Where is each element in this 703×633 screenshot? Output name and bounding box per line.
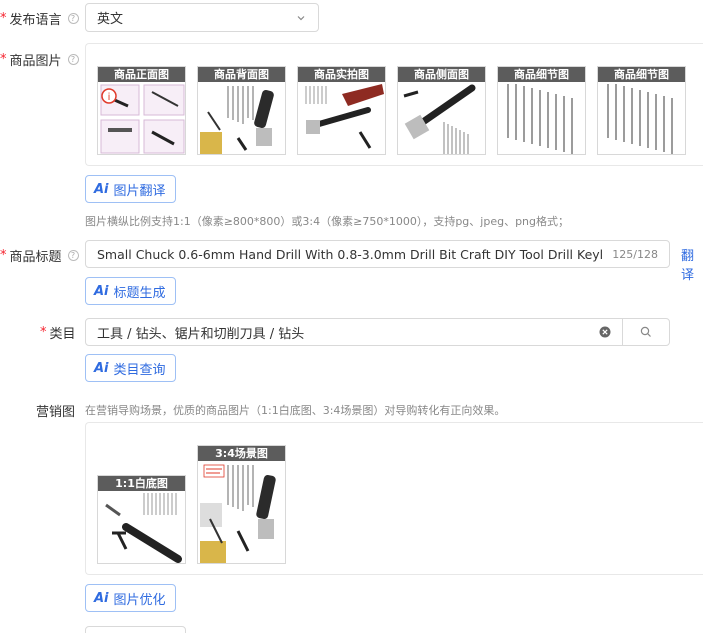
- product-image-thumb[interactable]: 商品背面图: [197, 66, 286, 155]
- search-icon: [640, 326, 651, 337]
- image-translate-button[interactable]: Ai 图片翻译: [85, 175, 176, 203]
- help-icon[interactable]: ?: [67, 54, 79, 65]
- product-image: [98, 491, 185, 563]
- title-translate-link[interactable]: 翻译: [681, 245, 703, 283]
- ai-icon: Ai: [94, 360, 109, 376]
- product-image: [598, 82, 685, 154]
- clear-icon[interactable]: [599, 326, 611, 338]
- marketing-image-thumb[interactable]: 3:4场景图: [197, 445, 286, 564]
- publish-language-label: * 发布语言 ?: [0, 9, 79, 28]
- title-char-counter: 125/128: [612, 247, 658, 261]
- product-images-label: * 商品图片 ?: [0, 50, 79, 69]
- marketing-hint: 在营销导购场景，优质的商品图片（1:1白底图、3:4场景图）对导购转化有正向效果…: [85, 404, 506, 417]
- product-image-thumb[interactable]: 商品细节图: [497, 66, 586, 155]
- product-image: [498, 82, 585, 154]
- image-optimize-button[interactable]: Ai 图片优化: [85, 584, 176, 612]
- help-icon[interactable]: ?: [67, 250, 79, 261]
- category-input[interactable]: 工具 / 钻头、锯片和切削刀具 / 钻头: [85, 318, 623, 346]
- product-image-thumb[interactable]: 商品细节图: [597, 66, 686, 155]
- next-field-partial[interactable]: [85, 626, 186, 633]
- ai-icon: Ai: [94, 590, 109, 606]
- product-image: i: [98, 82, 185, 154]
- product-title-label: * 商品标题 ?: [0, 246, 79, 265]
- image-format-hint: 图片横纵比例支持1:1（像素≥800*800）或3:4（像素≥750*1000）…: [85, 215, 570, 228]
- marketing-label: 营销图: [36, 405, 76, 420]
- product-image: [398, 82, 485, 154]
- category-search-button[interactable]: [622, 318, 670, 346]
- publish-language-select[interactable]: 英文: [85, 3, 319, 32]
- product-image-thumb[interactable]: 商品实拍图: [297, 66, 386, 155]
- category-label: * 类目: [40, 325, 76, 342]
- product-image: [298, 82, 385, 154]
- product-image: [198, 461, 285, 563]
- category-query-button[interactable]: Ai 类目查询: [85, 354, 176, 382]
- help-icon[interactable]: ?: [67, 13, 79, 24]
- title-generate-button[interactable]: Ai 标题生成: [85, 277, 176, 305]
- chevron-down-icon: [297, 15, 305, 20]
- marketing-image-thumb[interactable]: 1:1白底图: [97, 475, 186, 564]
- product-image-thumb[interactable]: 商品侧面图: [397, 66, 486, 155]
- ai-icon: Ai: [94, 283, 109, 299]
- ai-icon: Ai: [94, 181, 109, 197]
- product-image-thumb[interactable]: 商品正面图 i: [97, 66, 186, 155]
- svg-text:i: i: [108, 92, 111, 103]
- product-image: [198, 82, 285, 154]
- product-title-input[interactable]: Small Chuck 0.6-6mm Hand Drill With 0.8-…: [85, 240, 670, 268]
